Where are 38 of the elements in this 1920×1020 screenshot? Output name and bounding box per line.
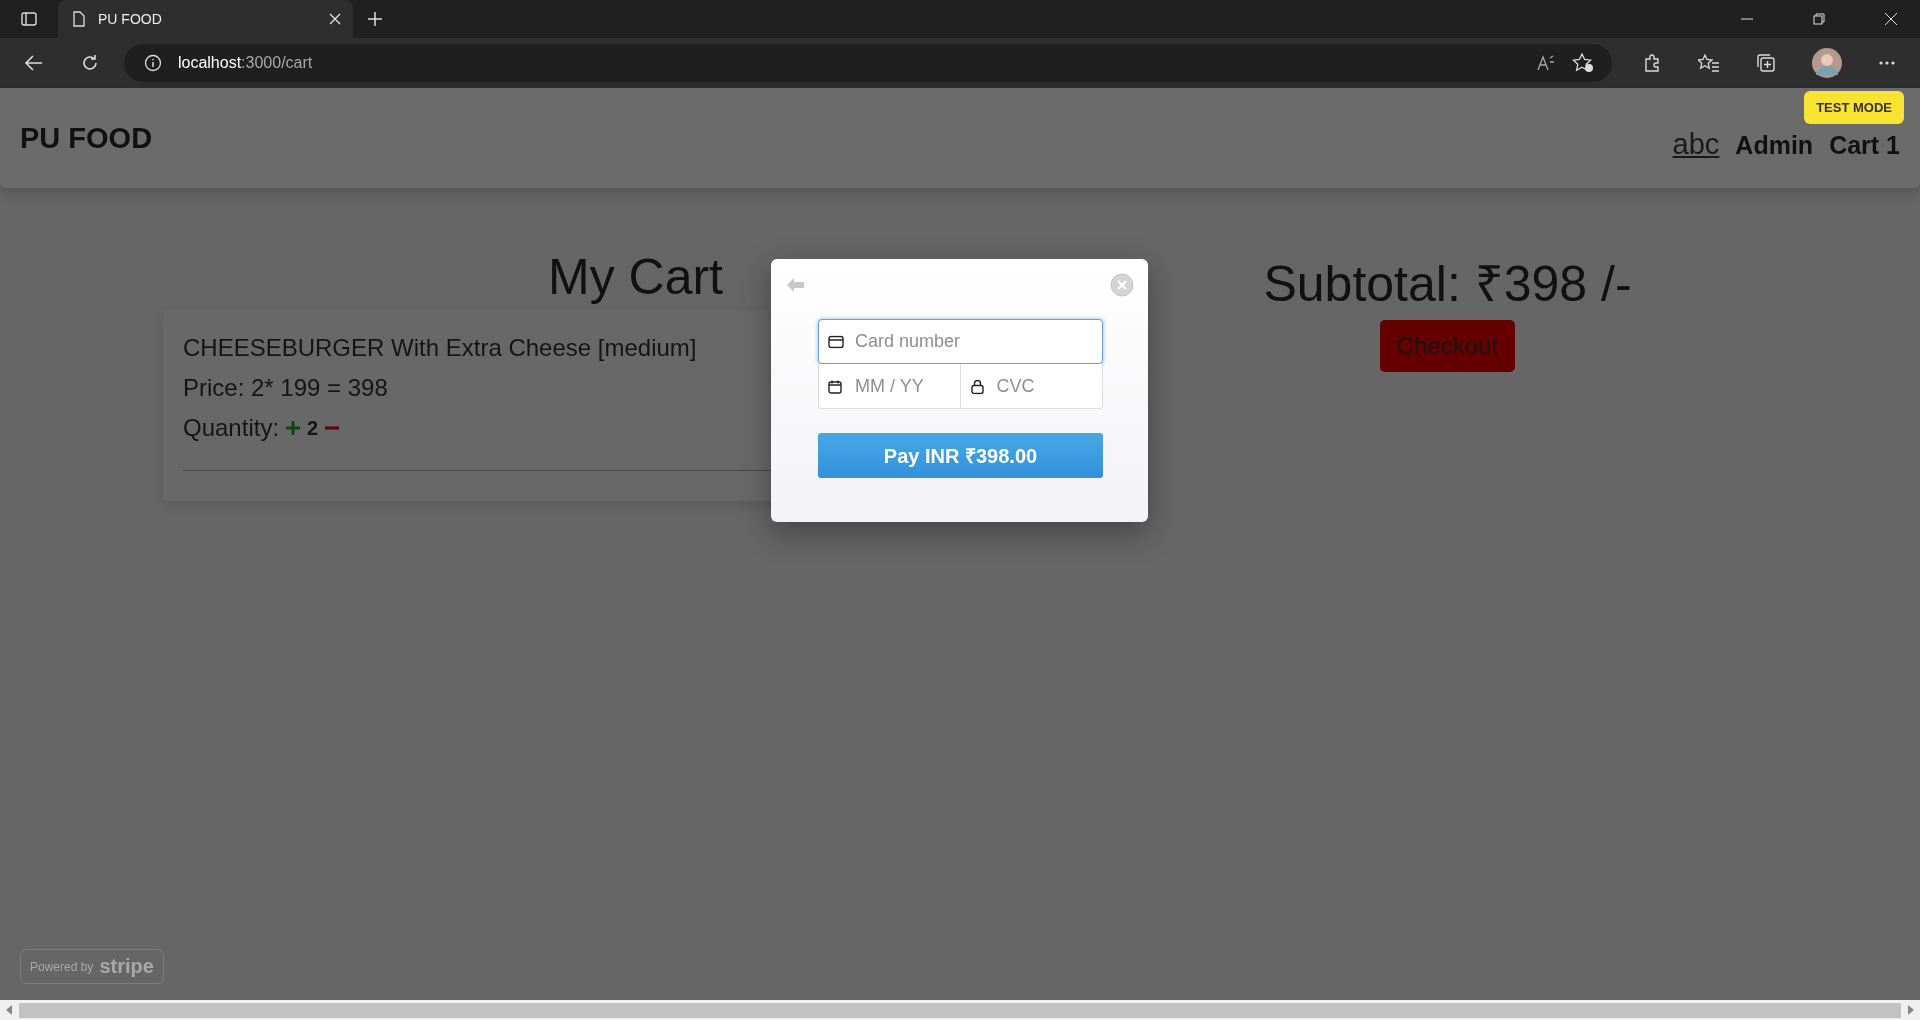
- expiry-field[interactable]: MM / YY: [818, 364, 961, 409]
- info-icon: [143, 54, 162, 72]
- item-price: Price: 2* 199 = 398: [183, 373, 388, 403]
- item-name: CHEESEBURGER With Extra Cheese [medium]: [183, 333, 697, 363]
- nav-link[interactable]: Cart 1: [1829, 130, 1900, 160]
- quantity-value: 2: [307, 416, 319, 440]
- scroll-left-icon[interactable]: [5, 1005, 13, 1015]
- nav-link[interactable]: Admin: [1735, 130, 1814, 160]
- new-tab-icon[interactable]: [367, 11, 383, 27]
- profile-avatar-icon[interactable]: [1812, 48, 1842, 78]
- address-field[interactable]: localhost:3000/cart: [123, 44, 1613, 82]
- restore-icon[interactable]: [1813, 13, 1825, 25]
- cart-title: My Cart: [548, 248, 723, 306]
- cvc-field[interactable]: CVC: [960, 364, 1103, 409]
- favorites-icon[interactable]: [1698, 53, 1721, 73]
- scroll-right-icon[interactable]: [1907, 1005, 1915, 1015]
- lock-icon: [970, 379, 984, 394]
- card-number-field[interactable]: Card number: [818, 319, 1103, 364]
- close-icon[interactable]: [1885, 13, 1897, 25]
- read-aloud-icon[interactable]: [1536, 54, 1557, 72]
- back-icon[interactable]: [24, 53, 44, 73]
- user-link[interactable]: abc: [1672, 127, 1720, 161]
- browser-tab[interactable]: PU FOOD: [58, 0, 353, 38]
- credit-card-icon: [828, 335, 844, 348]
- quantity-label: Quantity:: [183, 413, 280, 443]
- more-icon[interactable]: [1878, 60, 1896, 66]
- calendar-icon: [828, 379, 842, 394]
- close-icon[interactable]: [329, 13, 341, 25]
- pay-button[interactable]: Pay INR ₹398.00: [818, 433, 1103, 478]
- subtotal-text: Subtotal: ₹398 /-: [1263, 255, 1632, 314]
- collections-icon[interactable]: [1756, 53, 1777, 73]
- horizontal-scrollbar[interactable]: [0, 1000, 1920, 1020]
- brand-logo[interactable]: PU FOOD: [20, 121, 1673, 155]
- page-icon: [72, 11, 86, 27]
- powered-by-stripe-badge[interactable]: Powered by stripe: [20, 949, 164, 984]
- test-mode-badge: TEST MODE: [1804, 91, 1904, 124]
- tab-actions-icon[interactable]: [20, 10, 38, 28]
- favorite-add-icon[interactable]: [1572, 53, 1595, 73]
